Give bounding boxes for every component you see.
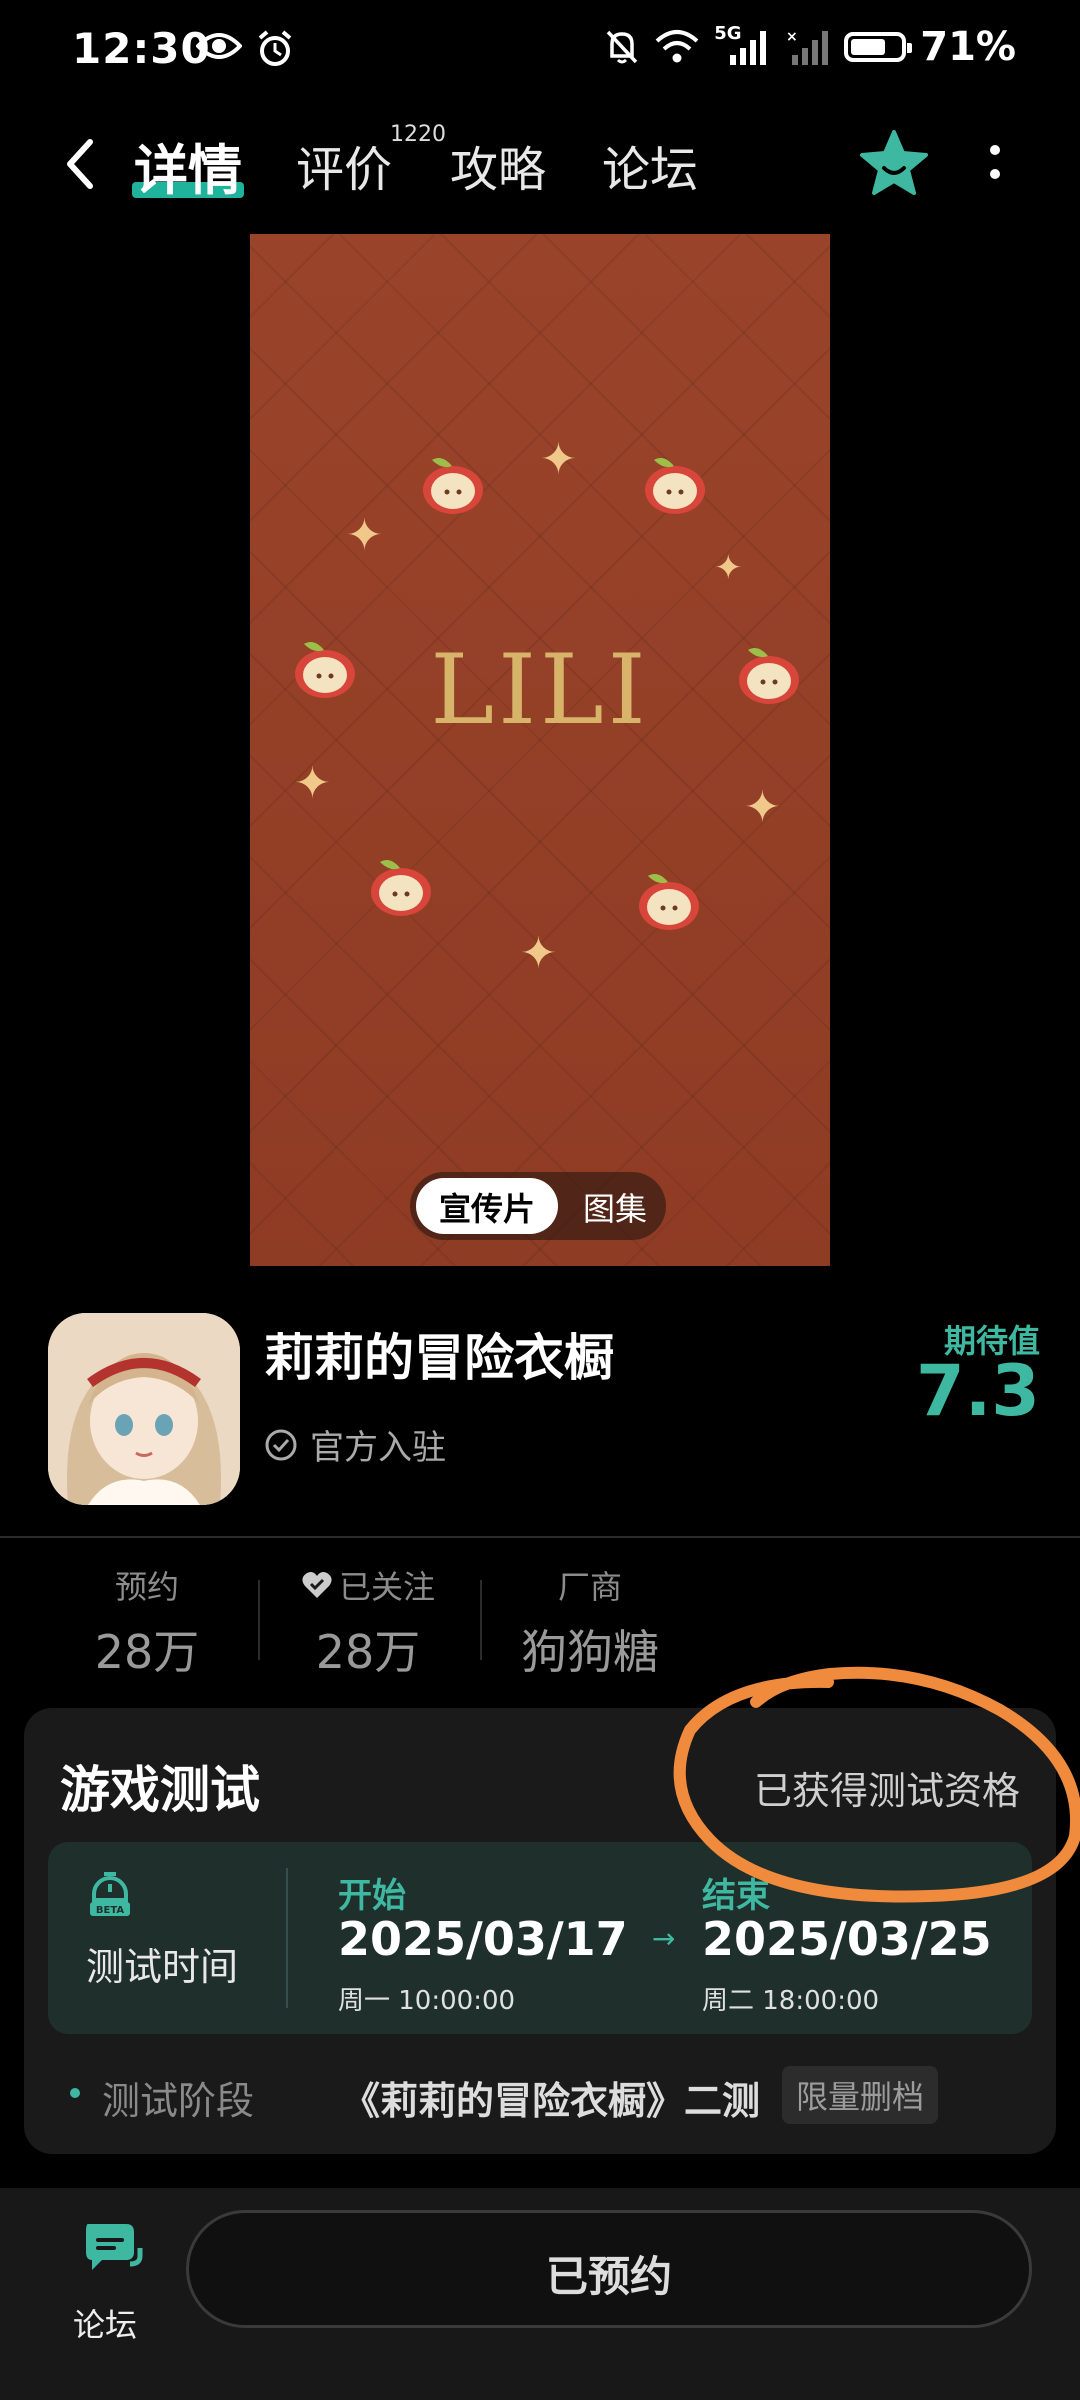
mute-notification-icon [606, 30, 638, 64]
status-time: 12:30 [72, 24, 211, 73]
wifi-icon [655, 30, 699, 63]
reviews-count-badge: 1220 [390, 122, 446, 147]
game-test-card: 游戏测试 已获得测试资格 BETA 测试时间 开始 2025/03/17 周一 … [24, 1708, 1056, 2154]
sparkle-icon: ✦ [540, 434, 577, 485]
apple-decoration-icon [371, 860, 431, 916]
stat-value: 狗狗糖 [521, 1625, 659, 1679]
start-label: 开始 [338, 1876, 406, 1916]
apple-decoration-icon [739, 648, 799, 704]
hero-media[interactable]: LILI ✦ ✦ ✦ ✦ ✦ ✦ 宣传片 图集 [250, 234, 830, 1266]
status-bar: 12:30 5G × 71% [0, 0, 1080, 100]
battery-percent: 71% [920, 24, 1016, 70]
sparkle-icon: ✦ [520, 928, 557, 979]
signal-icon-secondary: × [786, 29, 829, 65]
tab-guides[interactable]: 攻略 [450, 130, 546, 200]
end-date: 2025/03/25 [702, 1912, 992, 1966]
stat-label: 厂商 [557, 1568, 622, 1606]
official-label: 官方入驻 [310, 1428, 446, 1468]
toggle-gallery[interactable]: 图集 [570, 1184, 660, 1230]
test-qualification-status: 已获得测试资格 [753, 1769, 1020, 1813]
eye-icon [196, 33, 242, 59]
media-type-toggle: 宣传片 图集 [410, 1172, 666, 1240]
forum-button[interactable]: 论坛 [60, 2218, 150, 2348]
app-title: 莉莉的冒险衣橱 [264, 1329, 614, 1387]
stage-label: 测试阶段 [102, 2079, 255, 2123]
sparkle-icon: ✦ [346, 510, 383, 561]
test-stage-row: 测试阶段 《莉莉的冒险衣橱》二测 限量删档 [60, 2062, 1030, 2124]
end-label: 结束 [702, 1876, 770, 1916]
svg-text:BETA: BETA [96, 1905, 124, 1916]
stat-label: 预约 [114, 1568, 179, 1606]
svg-text:×: × [786, 29, 798, 45]
stage-tag: 限量删档 [782, 2066, 939, 2124]
back-arrow-icon[interactable] [56, 134, 106, 194]
reserved-button[interactable]: 已预约 [186, 2210, 1032, 2328]
stat-developer[interactable]: 厂商 狗狗糖 [510, 1562, 670, 1682]
more-options-icon[interactable] [980, 140, 1010, 190]
sparkle-icon: ✦ [294, 758, 331, 809]
expectation-score: 7.3 [915, 1350, 1040, 1432]
tab-reviews[interactable]: 评价 [296, 130, 392, 200]
stat-value: 28万 [94, 1625, 200, 1679]
sparkle-icon: ✦ [714, 548, 743, 588]
bottom-action-bar: 论坛 已预约 [0, 2188, 1080, 2400]
test-time-label: 测试时间 [86, 1945, 239, 1989]
forum-label: 论坛 [72, 2306, 137, 2344]
app-icon [48, 1313, 240, 1505]
start-time: 周一 10:00:00 [338, 1986, 516, 2016]
section-divider [0, 1536, 1080, 1538]
toggle-trailer[interactable]: 宣传片 [416, 1184, 558, 1230]
stage-value: 《莉莉的冒险衣橱》二测 [342, 2079, 761, 2123]
apple-decoration-icon [295, 642, 355, 698]
apple-decoration-icon [423, 458, 483, 514]
test-time-box: BETA 测试时间 开始 2025/03/17 周一 10:00:00 → 结束… [48, 1842, 1032, 2034]
start-date: 2025/03/17 [338, 1912, 628, 1966]
reserved-label: 已预约 [545, 2252, 672, 2301]
stat-reservations: 预约 28万 [82, 1562, 212, 1682]
tab-details[interactable]: 详情 [134, 126, 242, 205]
favorite-star-icon[interactable] [858, 128, 930, 200]
end-time: 周二 18:00:00 [702, 1986, 880, 2016]
arrow-right-icon: → [652, 1922, 676, 1955]
alarm-icon [258, 30, 292, 66]
bullet-dot [70, 2088, 80, 2098]
verified-check-icon [265, 1429, 297, 1460]
battery-icon [844, 32, 913, 62]
sparkle-icon: ✦ [744, 782, 781, 833]
official-verified: 官方入驻 [264, 1420, 446, 1469]
apple-decoration-icon [645, 458, 705, 514]
card-title: 游戏测试 [60, 1761, 260, 1819]
signal-icon-primary: 5G [714, 23, 772, 65]
chat-bubbles-icon [85, 2224, 142, 2270]
beta-timer-icon: BETA [90, 1872, 130, 1916]
stat-value: 28万 [315, 1625, 421, 1679]
girl-avatar-illustration [48, 1313, 240, 1505]
stat-label: 已关注 [338, 1568, 435, 1606]
apple-decoration-icon [639, 874, 699, 930]
top-nav: 详情 评价 1220 攻略 论坛 [0, 110, 1080, 220]
heart-check-icon [302, 1572, 332, 1598]
stat-followed[interactable]: 已关注 28万 [288, 1562, 448, 1682]
tab-forum[interactable]: 论坛 [602, 130, 698, 200]
